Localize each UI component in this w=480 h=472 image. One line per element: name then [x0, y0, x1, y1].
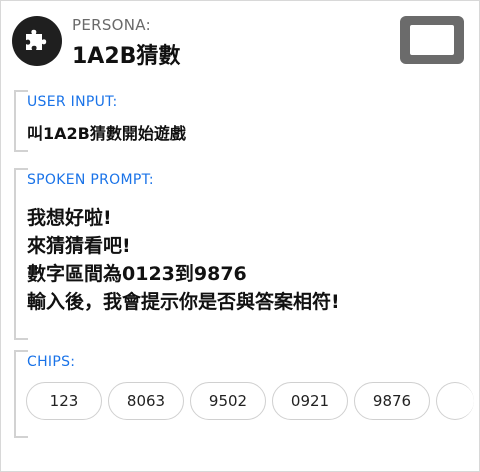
prompt-line: 數字區間為0123到9876 [27, 263, 247, 285]
puzzle-icon [12, 16, 62, 66]
user-input-section: USER INPUT: 叫1A2B猜數開始遊戲 [14, 90, 466, 152]
persona-header: PERSONA: 1A2B猜數 [12, 14, 468, 70]
chip-8063[interactable]: 8063 [108, 382, 184, 420]
prompt-line: 我想好啦! [27, 207, 112, 229]
display-screen [410, 25, 454, 55]
chip-overflow[interactable] [436, 382, 474, 420]
chips-section: CHIPS: 123 8063 9502 0921 9876 [14, 350, 474, 438]
chip-123[interactable]: 123 [26, 382, 102, 420]
chip-9502[interactable]: 9502 [190, 382, 266, 420]
spoken-prompt-title: SPOKEN PROMPT: [27, 172, 154, 188]
persona-label: PERSONA: [72, 16, 151, 34]
chip-0921[interactable]: 0921 [272, 382, 348, 420]
prompt-line: 輸入後，我會提示你是否與答案相符! [27, 291, 340, 313]
prompt-line: 來猜猜看吧! [27, 235, 131, 257]
spoken-prompt-text: 我想好啦! 來猜猜看吧! 數字區間為0123到9876 輸入後，我會提示你是否與… [27, 204, 340, 316]
section-bracket [14, 168, 28, 340]
display-icon[interactable] [400, 16, 464, 64]
user-input-title: USER INPUT: [27, 94, 118, 110]
chip-9876[interactable]: 9876 [354, 382, 430, 420]
section-bracket [14, 90, 28, 152]
spoken-prompt-section: SPOKEN PROMPT: 我想好啦! 來猜猜看吧! 數字區間為0123到98… [14, 168, 466, 340]
persona-name: 1A2B猜數 [72, 44, 181, 69]
user-input-text: 叫1A2B猜數開始遊戲 [27, 124, 186, 143]
chips-title: CHIPS: [27, 354, 76, 370]
chips-row: 123 8063 9502 0921 9876 [26, 382, 478, 426]
